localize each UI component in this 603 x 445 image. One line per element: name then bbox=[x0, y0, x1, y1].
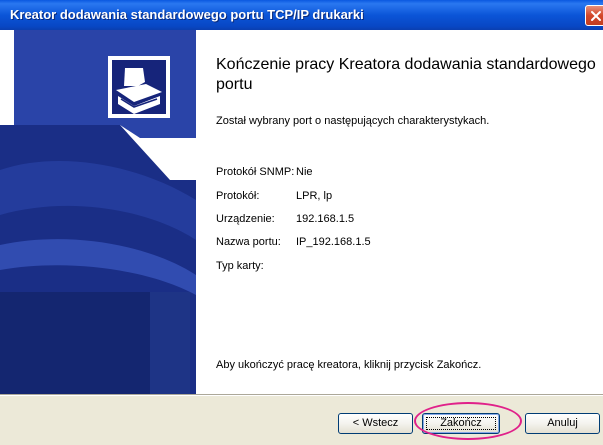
close-icon bbox=[591, 11, 601, 21]
close-button[interactable] bbox=[585, 5, 603, 26]
detail-value-protocol: LPR, lp bbox=[296, 190, 333, 202]
title-bar[interactable]: Kreator dodawania standardowego portu TC… bbox=[0, 0, 603, 30]
cancel-button[interactable]: Anuluj bbox=[525, 413, 600, 434]
page-heading: Kończenie pracy Kreatora dodawania stand… bbox=[216, 56, 596, 93]
detail-value-snmp: Nie bbox=[296, 166, 313, 178]
detail-label-protocol: Protokół: bbox=[216, 190, 260, 202]
detail-value-port-name: IP_192.168.1.5 bbox=[296, 236, 371, 248]
detail-value-device: 192.168.1.5 bbox=[296, 213, 355, 225]
wizard-content: Kończenie pracy Kreatora dodawania stand… bbox=[196, 30, 603, 395]
window-title: Kreator dodawania standardowego portu TC… bbox=[10, 7, 364, 22]
finish-button[interactable]: Zakończ bbox=[422, 413, 500, 434]
finish-instruction: Aby ukończyć pracę kreatora, kliknij prz… bbox=[216, 359, 482, 371]
detail-label-card-type: Typ karty: bbox=[216, 260, 264, 272]
wizard-sidebar-art bbox=[0, 30, 196, 395]
wizard-window: Kreator dodawania standardowego portu TC… bbox=[0, 0, 603, 445]
printer-icon bbox=[108, 56, 170, 118]
back-button[interactable]: < Wstecz bbox=[338, 413, 413, 434]
intro-text: Został wybrany port o następujących char… bbox=[216, 115, 490, 127]
printer-illustration bbox=[0, 30, 196, 395]
detail-label-port-name: Nazwa portu: bbox=[216, 236, 281, 248]
detail-label-snmp: Protokół SNMP: bbox=[216, 166, 295, 178]
detail-label-device: Urządzenie: bbox=[216, 213, 275, 225]
button-bar: < Wstecz Zakończ Anuluj bbox=[0, 395, 603, 445]
